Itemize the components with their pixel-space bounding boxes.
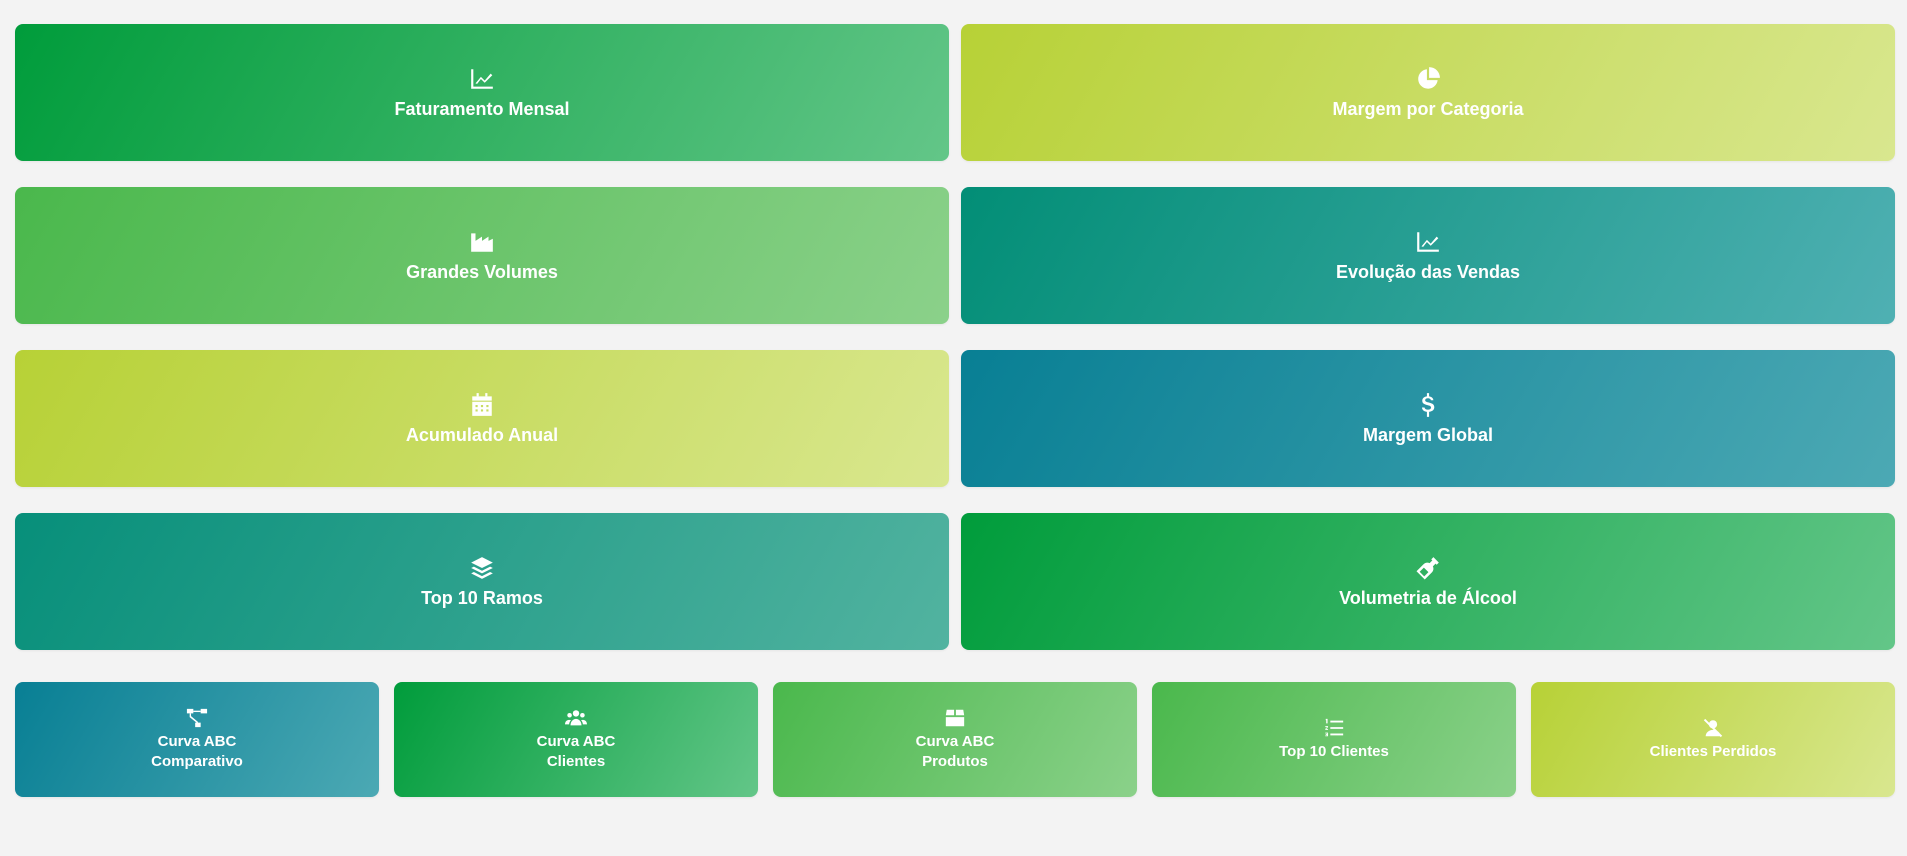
users-icon	[565, 707, 587, 729]
tile-top-10-clientes[interactable]: Top 10 Clientes	[1152, 682, 1516, 797]
dollar-icon	[1415, 392, 1441, 418]
tile-curva-abc-clientes[interactable]: Curva ABC Clientes	[394, 682, 758, 797]
tile-margem-global[interactable]: Margem Global	[961, 350, 1895, 487]
tile-label: Faturamento Mensal	[394, 98, 570, 119]
user-slash-icon	[1702, 717, 1724, 739]
layers-icon	[469, 555, 495, 581]
tile-label-line1: Curva ABC	[157, 733, 237, 750]
pie-chart-icon	[1415, 66, 1441, 92]
tile-label: Curva ABC Clientes	[537, 732, 616, 772]
tile-label: Margem por Categoria	[1332, 98, 1524, 119]
tile-label-line1: Curva ABC	[915, 733, 995, 750]
tile-label: Curva ABC Comparativo	[151, 732, 243, 772]
tile-top-10-ramos[interactable]: Top 10 Ramos	[15, 513, 949, 650]
calendar-icon	[469, 392, 495, 418]
tile-clientes-perdidos[interactable]: Clientes Perdidos	[1531, 682, 1895, 797]
tile-volumetria-de-alcool[interactable]: Volumetria de Álcool	[961, 513, 1895, 650]
tile-label-line2: Comparativo	[151, 753, 243, 770]
box-icon	[944, 707, 966, 729]
chart-line-icon	[1415, 229, 1441, 255]
tile-label: Clientes Perdidos	[1650, 742, 1777, 762]
list-ol-icon	[1323, 717, 1345, 739]
tile-label: Margem Global	[1362, 424, 1494, 445]
tile-label: Top 10 Ramos	[421, 587, 543, 608]
bottle-icon	[1415, 555, 1441, 581]
tile-label: Grandes Volumes	[406, 261, 558, 282]
sitemap-icon	[186, 707, 208, 729]
dashboard-tiles-grid: Faturamento Mensal Margem por Categoria …	[15, 24, 1895, 650]
tile-label: Acumulado Anual	[405, 424, 559, 445]
tile-faturamento-mensal[interactable]: Faturamento Mensal	[15, 24, 949, 161]
tile-label: Volumetria de Álcool	[1339, 587, 1517, 608]
abc-tiles-row: Curva ABC Comparativo Curva ABC Clientes…	[15, 682, 1895, 797]
tile-margem-por-categoria[interactable]: Margem por Categoria	[961, 24, 1895, 161]
tile-label-line1: Curva ABC	[536, 733, 616, 750]
industry-icon	[469, 229, 495, 255]
tile-label: Curva ABC Produtos	[916, 732, 995, 772]
tile-label: Top 10 Clientes	[1279, 742, 1389, 762]
tile-label-line1: Clientes Perdidos	[1649, 743, 1777, 760]
chart-line-icon	[469, 66, 495, 92]
tile-label: Evolução das Vendas	[1335, 261, 1521, 282]
tile-label-line2: Produtos	[922, 753, 988, 770]
tile-acumulado-anual[interactable]: Acumulado Anual	[15, 350, 949, 487]
tile-label-line1: Top 10 Clientes	[1279, 743, 1389, 760]
tile-curva-abc-produtos[interactable]: Curva ABC Produtos	[773, 682, 1137, 797]
tile-label-line2: Clientes	[546, 753, 606, 770]
tile-evolucao-das-vendas[interactable]: Evolução das Vendas	[961, 187, 1895, 324]
tile-curva-abc-comparativo[interactable]: Curva ABC Comparativo	[15, 682, 379, 797]
tile-grandes-volumes[interactable]: Grandes Volumes	[15, 187, 949, 324]
